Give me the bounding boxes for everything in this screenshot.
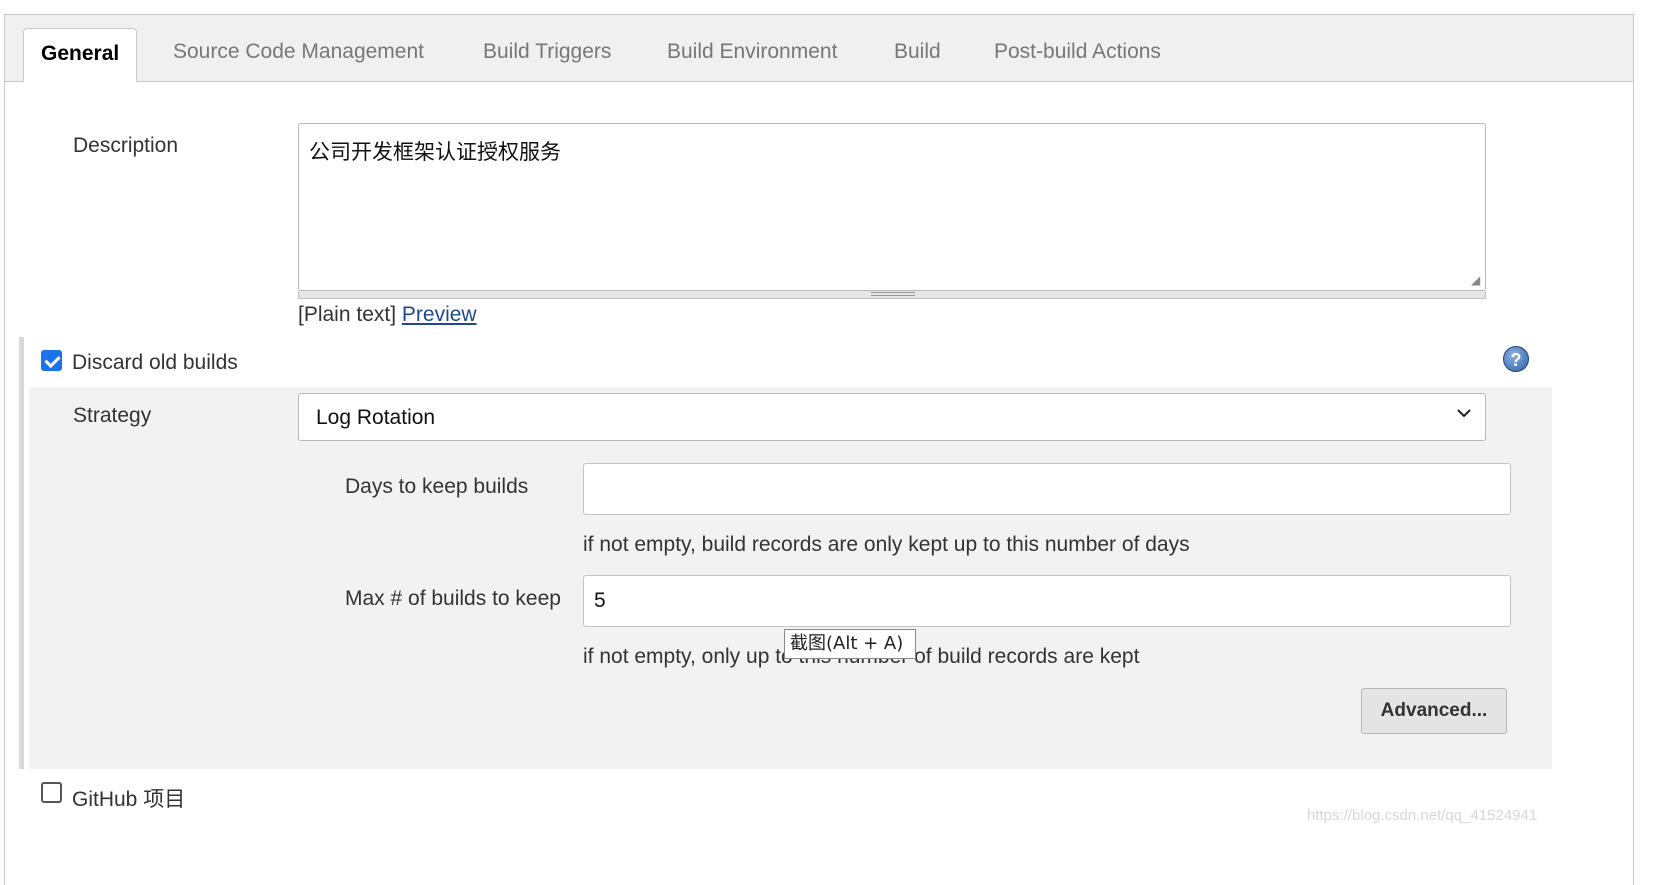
tab-source-code-management[interactable]: Source Code Management xyxy=(173,40,424,64)
max-builds-label: Max # of builds to keep xyxy=(345,587,561,610)
advanced-button[interactable]: Advanced... xyxy=(1361,688,1507,734)
question-circle-icon[interactable]: ? xyxy=(1503,346,1529,372)
days-to-keep-label: Days to keep builds xyxy=(345,475,529,498)
job-config-panel: General Source Code Management Build Tri… xyxy=(4,14,1634,885)
days-to-keep-hint: if not empty, build records are only kep… xyxy=(583,533,1190,556)
config-tab-bar: General Source Code Management Build Tri… xyxy=(5,15,1633,82)
description-label: Description xyxy=(73,134,179,157)
github-project-label: GitHub 项目 xyxy=(72,788,186,811)
watermark: https://blog.csdn.net/qq_41524941 xyxy=(1307,807,1538,824)
plain-text-label: [Plain text] xyxy=(298,303,397,326)
github-project-checkbox[interactable] xyxy=(41,782,62,803)
tab-post-build-actions[interactable]: Post-build Actions xyxy=(994,40,1161,64)
tab-general[interactable]: General xyxy=(23,28,138,82)
strategy-selected-value: Log Rotation xyxy=(316,406,436,429)
tab-build-triggers[interactable]: Build Triggers xyxy=(483,40,611,64)
strategy-label: Strategy xyxy=(73,404,152,427)
tab-build[interactable]: Build xyxy=(894,40,941,64)
resize-corner-icon[interactable]: ◢ xyxy=(1471,273,1485,287)
days-to-keep-input[interactable] xyxy=(583,463,1511,515)
strategy-select[interactable]: Log Rotation xyxy=(298,393,1486,441)
description-format-line: [Plain text] Preview xyxy=(298,303,477,327)
screenshot-tooltip: 截图(Alt + A) xyxy=(784,629,916,659)
max-builds-input[interactable] xyxy=(583,575,1511,627)
discard-old-builds-checkbox[interactable] xyxy=(41,350,62,371)
chevron-down-icon xyxy=(1455,404,1473,427)
preview-link[interactable]: Preview xyxy=(402,303,477,326)
tab-build-environment[interactable]: Build Environment xyxy=(667,40,837,64)
textarea-resize-handle[interactable] xyxy=(298,291,1486,299)
discard-old-builds-label: Discard old builds xyxy=(72,351,238,374)
description-textarea[interactable]: 公司开发框架认证授权服务 xyxy=(298,123,1486,291)
